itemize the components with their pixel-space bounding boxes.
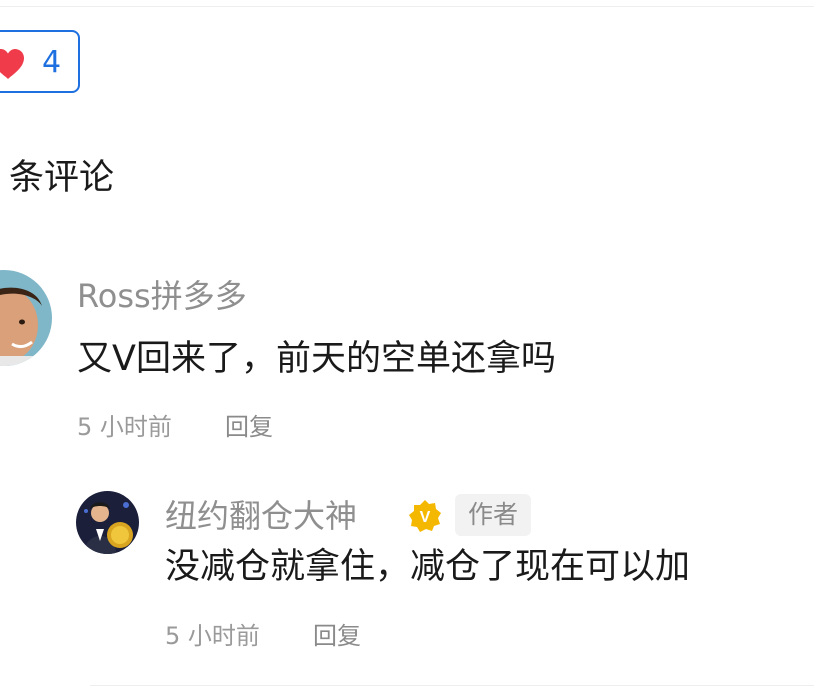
author-badge: 作者 (455, 494, 531, 536)
reply-text: 没减仓就拿住，减仓了现在可以加 (165, 547, 691, 587)
comment-username[interactable]: Ross拼多多 (77, 275, 247, 317)
comments-heading: 条评论 (9, 158, 115, 198)
like-button[interactable]: 4 (0, 30, 80, 93)
verified-badge-icon: V (409, 500, 441, 532)
avatar-portrait-icon (76, 491, 139, 554)
comment-timestamp: 5 小时前 (77, 413, 172, 441)
reply-button[interactable]: 回复 (225, 411, 273, 443)
reply-username[interactable]: 纽约翻仓大神 (165, 495, 357, 537)
avatar-portrait-icon (0, 270, 52, 366)
svg-text:V: V (420, 509, 431, 526)
heart-icon (0, 49, 24, 79)
reply-timestamp: 5 小时前 (165, 622, 260, 650)
divider (90, 685, 814, 686)
comment-text: 又V回来了，前天的空单还拿吗 (77, 339, 556, 379)
like-count: 4 (42, 45, 62, 80)
reply-button[interactable]: 回复 (313, 620, 361, 652)
user-avatar[interactable] (0, 270, 52, 366)
comments-page: 4 条评论 Ross拼多多 又V回来了，前天的空单还拿吗 5 小时前 回复 纽约… (0, 0, 814, 699)
author-avatar[interactable] (76, 491, 139, 554)
divider (0, 6, 814, 7)
